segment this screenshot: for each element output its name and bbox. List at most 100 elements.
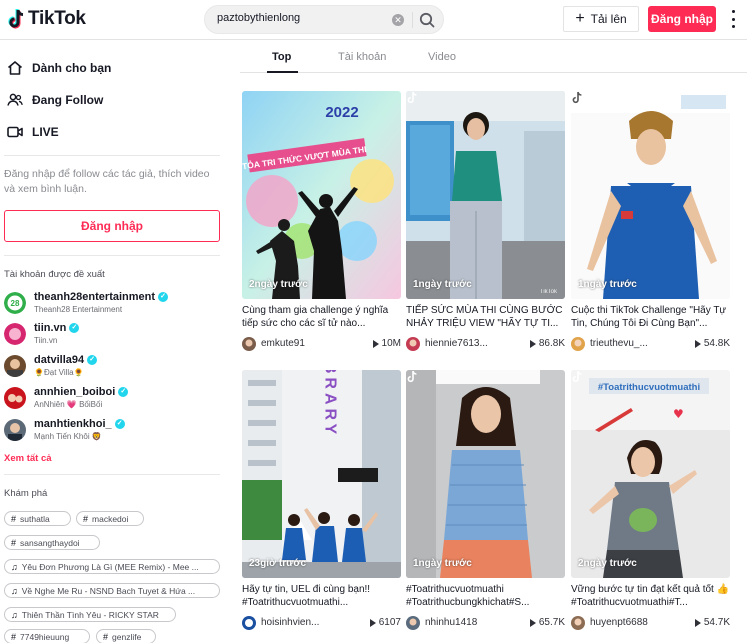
- discover-hashtag[interactable]: # sansangthaydoi: [4, 535, 100, 550]
- posted-time: 1ngày trước: [413, 558, 472, 569]
- tiktok-logo[interactable]: TikTok: [6, 8, 86, 30]
- results-tabs: Top Tài khoản Video: [240, 41, 747, 73]
- avatar: [4, 323, 26, 345]
- author-avatar[interactable]: [242, 616, 256, 630]
- login-button-sidebar[interactable]: Đăng nhập: [4, 210, 220, 242]
- more-options-icon[interactable]: [729, 10, 737, 28]
- discover-hashtag[interactable]: # suthatla: [4, 511, 71, 526]
- verified-icon: ✓: [69, 323, 80, 333]
- author-avatar[interactable]: [406, 337, 420, 351]
- nav-for-you[interactable]: Dành cho bạn: [6, 57, 111, 79]
- login-hint: Đăng nhập để follow các tác giả, thích v…: [4, 168, 210, 195]
- login-button-header[interactable]: Đăng nhập: [648, 6, 716, 32]
- video-meta: emkute91 10M: [242, 336, 401, 352]
- play-count: 10M: [372, 338, 401, 349]
- upload-button[interactable]: + Tải lên: [563, 6, 639, 32]
- clear-search-icon[interactable]: ✕: [392, 14, 404, 26]
- nav-live[interactable]: LIVE: [6, 121, 59, 143]
- svg-text:28: 28: [11, 299, 20, 308]
- play-count: 65.7K: [529, 617, 565, 628]
- avatar: [4, 387, 26, 409]
- author-name[interactable]: hoisinhvien...: [261, 617, 356, 628]
- home-icon: [7, 61, 23, 75]
- author-avatar[interactable]: [571, 337, 585, 351]
- account-username: manhtienkhoi_ ✓: [34, 418, 125, 430]
- account-nickname: Theanh28 Entertainment: [34, 305, 123, 314]
- discover-hashtag[interactable]: # mackedoi: [76, 511, 144, 526]
- avatar: [4, 355, 26, 377]
- account-nickname: Mạnh Tiến Khôi 🦁: [34, 432, 102, 441]
- hashtag-icon: #: [11, 631, 17, 642]
- tiktok-watermark-icon: [572, 370, 582, 383]
- search-input[interactable]: [217, 12, 387, 24]
- tab-top[interactable]: Top: [272, 51, 291, 63]
- search-icon[interactable]: [418, 11, 436, 29]
- author-name[interactable]: trieuthevu_...: [590, 338, 685, 349]
- discover-music[interactable]: ♫ Về Nghe Me Ru - NSND Bach Tuyet & Hứa .…: [4, 583, 220, 598]
- tab-accounts[interactable]: Tài khoản: [338, 51, 386, 63]
- tiktok-watermark-icon: [572, 91, 582, 104]
- video-caption[interactable]: Cùng tham gia challenge ý nghĩa tiếp sức…: [242, 304, 401, 332]
- tab-videos[interactable]: Video: [428, 51, 456, 63]
- video-thumbnail[interactable]: 2022 TỎA TRI THỨC VƯỢT MÙA THI 2ngày trư…: [242, 91, 401, 299]
- play-count: 54.7K: [694, 617, 730, 628]
- video-thumbnail[interactable]: BRARY 23giờ trước: [242, 370, 401, 578]
- account-nickname: Tiin.vn: [34, 336, 58, 345]
- discover-music[interactable]: ♫ Thiên Thần Tình Yêu - RICKY STAR: [4, 607, 176, 622]
- avatar: 28: [4, 292, 26, 314]
- upload-label: Tải lên: [590, 12, 627, 26]
- nav-following[interactable]: Đang Follow: [6, 89, 103, 111]
- music-note-icon: ♫: [11, 561, 18, 572]
- discover-music[interactable]: ♫ Yêu Đơn Phương Là Gì (MEE Remix) - Mee …: [4, 559, 220, 574]
- video-meta: trieuthevu_... 54.8K: [571, 336, 730, 352]
- play-count: 6107: [369, 617, 401, 628]
- search-bar: ✕: [204, 5, 444, 34]
- suggested-account[interactable]: tiin.vn ✓ Tiin.vn: [4, 322, 220, 348]
- music-note-icon: ♫: [11, 585, 18, 596]
- suggested-account[interactable]: annhien_boiboi ✓ AnNhiên 💗 BốiBối: [4, 386, 220, 412]
- video-caption[interactable]: Vững bước tự tin đạt kết quả tốt 👍#Toatr…: [571, 583, 730, 611]
- posted-time: 2ngày trước: [578, 558, 637, 569]
- sidebar-divider: [4, 474, 220, 475]
- video-caption[interactable]: #Toatrithucvuotmuathi #Toatrithucbungkhi…: [406, 583, 565, 611]
- sidebar: Dành cho bạn Đang Follow LIVE Đăng nhập …: [0, 41, 228, 643]
- video-caption[interactable]: Hãy tự tin, UEL đi cùng bạn!! #Toatrithu…: [242, 583, 401, 611]
- discover-hashtag[interactable]: #7749hieuung: [4, 629, 90, 643]
- play-count: 86.8K: [529, 338, 565, 349]
- author-avatar[interactable]: [406, 616, 420, 630]
- author-name[interactable]: nhinhu1418: [425, 617, 520, 628]
- video-thumbnail[interactable]: #Toatrithucvuotmuathi ♥ 2ngày trước: [571, 370, 730, 578]
- verified-icon: ✓: [87, 355, 98, 365]
- account-username: datvilla94 ✓: [34, 354, 98, 366]
- posted-time: 23giờ trước: [249, 558, 307, 569]
- discover-hashtag[interactable]: # genzlife: [96, 629, 156, 643]
- author-name[interactable]: emkute91: [261, 338, 356, 349]
- author-name[interactable]: hiennie7613...: [425, 338, 520, 349]
- author-name[interactable]: huyenpt6688: [590, 617, 685, 628]
- see-all-link[interactable]: Xem tất cả: [4, 453, 52, 464]
- sidebar-divider: [4, 255, 220, 256]
- video-meta: huyenpt6688 54.7K: [571, 615, 730, 631]
- video-thumbnail[interactable]: 1ngày trước: [406, 370, 565, 578]
- author-avatar[interactable]: [571, 616, 585, 630]
- logo-text: TikTok: [28, 8, 86, 29]
- nav-for-you-label: Dành cho bạn: [32, 61, 112, 75]
- music-note-icon: ♫: [11, 609, 18, 620]
- suggested-account[interactable]: manhtienkhoi_ ✓ Mạnh Tiến Khôi 🦁: [4, 418, 220, 444]
- account-nickname: AnNhiên 💗 BốiBối: [34, 400, 103, 409]
- video-thumbnail[interactable]: 1ngày trước: [571, 91, 730, 299]
- search-results: Top Tài khoản Video 2022 TỎA TRI THỨC VƯ…: [240, 41, 747, 643]
- tiktok-watermark: TikTok: [539, 289, 557, 295]
- hashtag-icon: #: [103, 631, 109, 642]
- account-username: annhien_boiboi ✓: [34, 386, 129, 398]
- tiktok-logo-icon: [8, 9, 24, 29]
- video-caption[interactable]: Cuộc thi TikTok Challenge "Hãy Tự Tin, C…: [571, 304, 730, 332]
- suggested-account[interactable]: 28 theanh28entertainment ✓ Theanh28 Enter…: [4, 291, 220, 317]
- suggested-account[interactable]: datvilla94 ✓ 🌻Đạt Villa🌻: [4, 354, 220, 380]
- video-thumbnail[interactable]: TikTok 1ngày trước: [406, 91, 565, 299]
- video-caption[interactable]: TIẾP SỨC MÙA THI CÙNG BƯỚC NHẢY TRIỆU VI…: [406, 304, 565, 332]
- video-meta: hoisinhvien... 6107: [242, 615, 401, 631]
- account-username: theanh28entertainment ✓: [34, 291, 169, 303]
- author-avatar[interactable]: [242, 337, 256, 351]
- library-sign: BRARY: [322, 370, 339, 438]
